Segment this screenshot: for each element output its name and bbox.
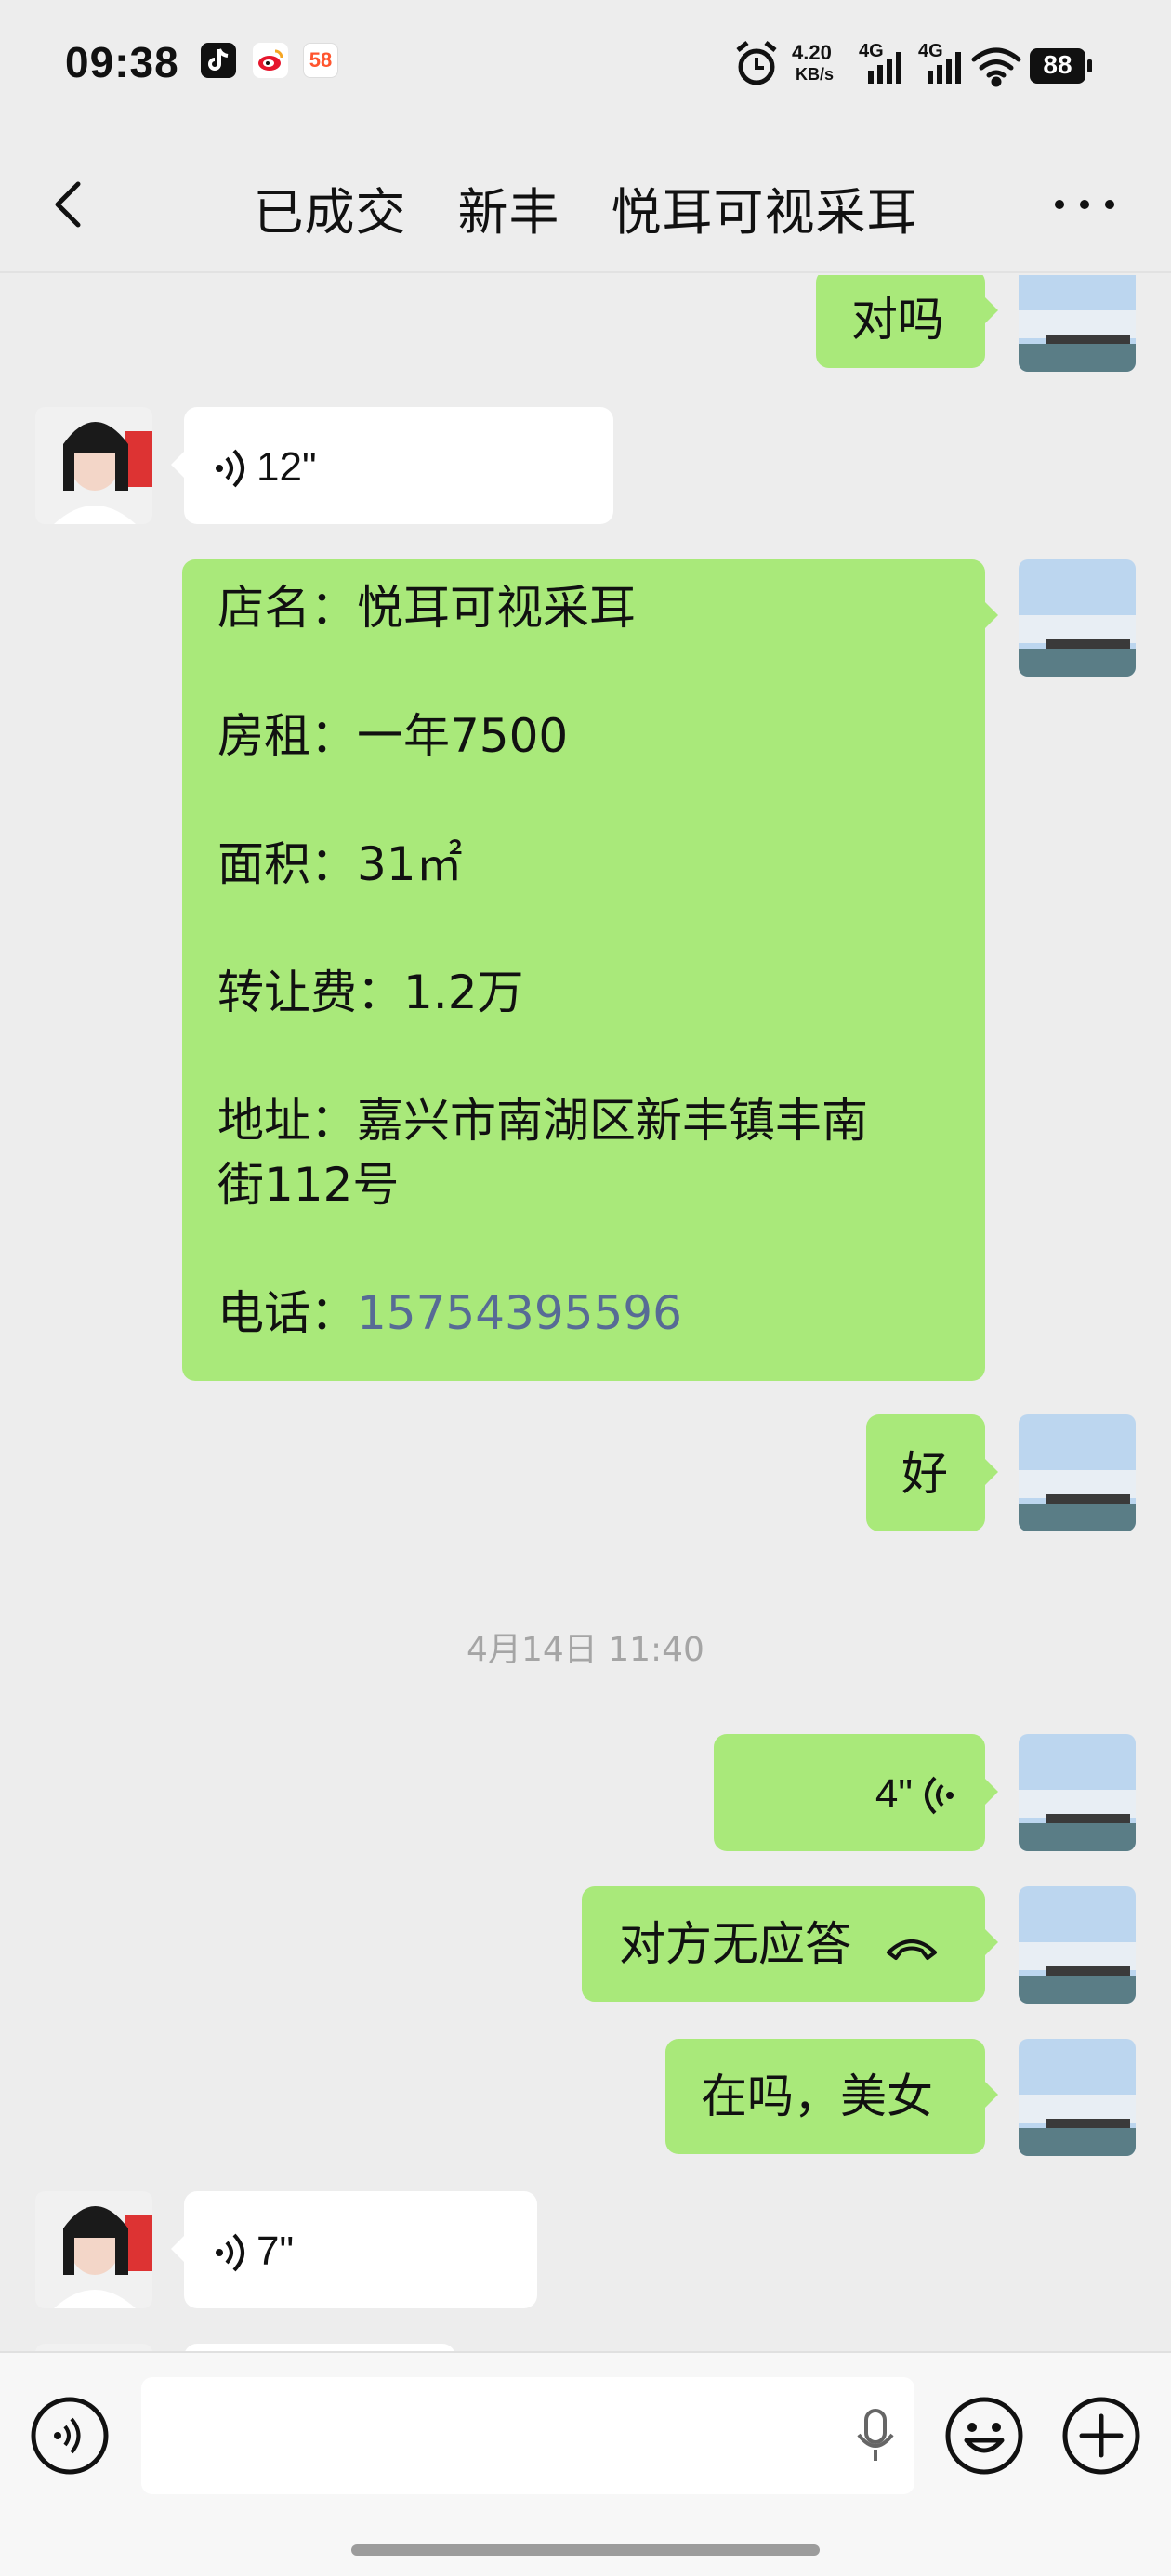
voice-message-received[interactable]: 12" [184, 407, 613, 524]
message-text: 对吗 [851, 293, 944, 347]
rent-line: 房租：一年7500 [217, 709, 569, 763]
voice-wave-icon [216, 2233, 244, 2271]
contact-avatar[interactable] [35, 407, 152, 524]
signal-label-2: 4G [918, 41, 943, 61]
my-avatar[interactable] [1019, 559, 1136, 677]
message-text: 在吗，美女 [701, 2070, 933, 2123]
voice-input-toggle-icon[interactable] [30, 2396, 110, 2476]
message-bubble-sent[interactable]: 在吗，美女 [665, 2039, 985, 2154]
area-line: 面积：31㎡ [217, 837, 463, 891]
signal-label-1: 4G [859, 41, 884, 61]
message-timestamp: 4月14日 11:40 [467, 1631, 704, 1669]
chat-area[interactable]: 对吗 12" 店名：悦耳可视采耳 房租：一年7500 面积：31㎡ 转让费：1.… [0, 275, 1171, 2351]
call-record-sent[interactable]: 对方无应答 [582, 1886, 985, 2002]
message-input[interactable] [141, 2377, 914, 2494]
my-avatar[interactable] [1019, 1734, 1136, 1851]
alarm-icon [736, 41, 777, 85]
voice-wave-icon [925, 1776, 954, 1814]
emoji-icon[interactable] [944, 2396, 1024, 2476]
nav-bar: 已成交 新丰 悦耳可视采耳 [0, 130, 1171, 273]
voice-duration: 12" [257, 444, 317, 490]
contact-avatar[interactable] [35, 2344, 152, 2351]
phone-line: 电话：15754395596 [217, 1286, 682, 1340]
net-speed-unit: KB/s [796, 65, 835, 84]
my-avatar[interactable] [1019, 1886, 1136, 2004]
wifi-icon [971, 47, 1021, 87]
address-line-2: 街112号 [217, 1158, 400, 1212]
voice-message-received[interactable]: 7" [184, 2191, 537, 2308]
status-bar: 09:38 58 4.20 KB/s 4G 4G 88 [0, 0, 1171, 130]
58-icon: 58 [303, 43, 338, 78]
weibo-icon [253, 43, 288, 78]
message-bubble-sent[interactable]: 店名：悦耳可视采耳 房租：一年7500 面积：31㎡ 转让费：1.2万 地址：嘉… [182, 559, 985, 1381]
address-line-1: 地址：嘉兴市南湖区新丰镇丰南 [217, 1094, 868, 1148]
voice-wave-icon [216, 449, 244, 487]
my-avatar[interactable] [1019, 1414, 1136, 1531]
home-indicator[interactable] [351, 2544, 820, 2556]
my-avatar[interactable] [1019, 275, 1136, 372]
phone-number-link[interactable]: 15754395596 [357, 1286, 682, 1340]
input-bar [0, 2351, 1171, 2576]
contact-avatar[interactable] [35, 2191, 152, 2308]
status-time: 09:38 [65, 38, 179, 86]
add-more-icon[interactable] [1061, 2396, 1141, 2476]
microphone-icon[interactable] [855, 2409, 896, 2464]
message-bubble-sent[interactable]: 对吗 [816, 275, 985, 368]
net-speed-value: 4.20 [792, 41, 832, 64]
message-bubble-sent[interactable]: 好 [866, 1414, 985, 1531]
app-58-label: 58 [309, 48, 333, 72]
battery-level: 88 [1043, 50, 1072, 79]
my-avatar[interactable] [1019, 2039, 1136, 2156]
more-icon[interactable] [1052, 195, 1117, 214]
tiktok-icon [201, 43, 236, 78]
transfer-fee-line: 转让费：1.2万 [217, 966, 524, 1019]
message-text: 好 [901, 1447, 948, 1501]
call-status-text: 对方无应答 [619, 1917, 851, 1971]
chat-title: 已成交 新丰 悦耳可视采耳 [253, 183, 918, 242]
shop-name-line: 店名：悦耳可视采耳 [217, 581, 636, 635]
phone-hangup-icon [886, 1939, 937, 1960]
voice-message-sent[interactable]: 4" [714, 1734, 985, 1851]
message-bubble-received[interactable] [184, 2344, 455, 2351]
voice-duration: 4" [875, 1771, 913, 1817]
voice-duration: 7" [257, 2228, 295, 2274]
